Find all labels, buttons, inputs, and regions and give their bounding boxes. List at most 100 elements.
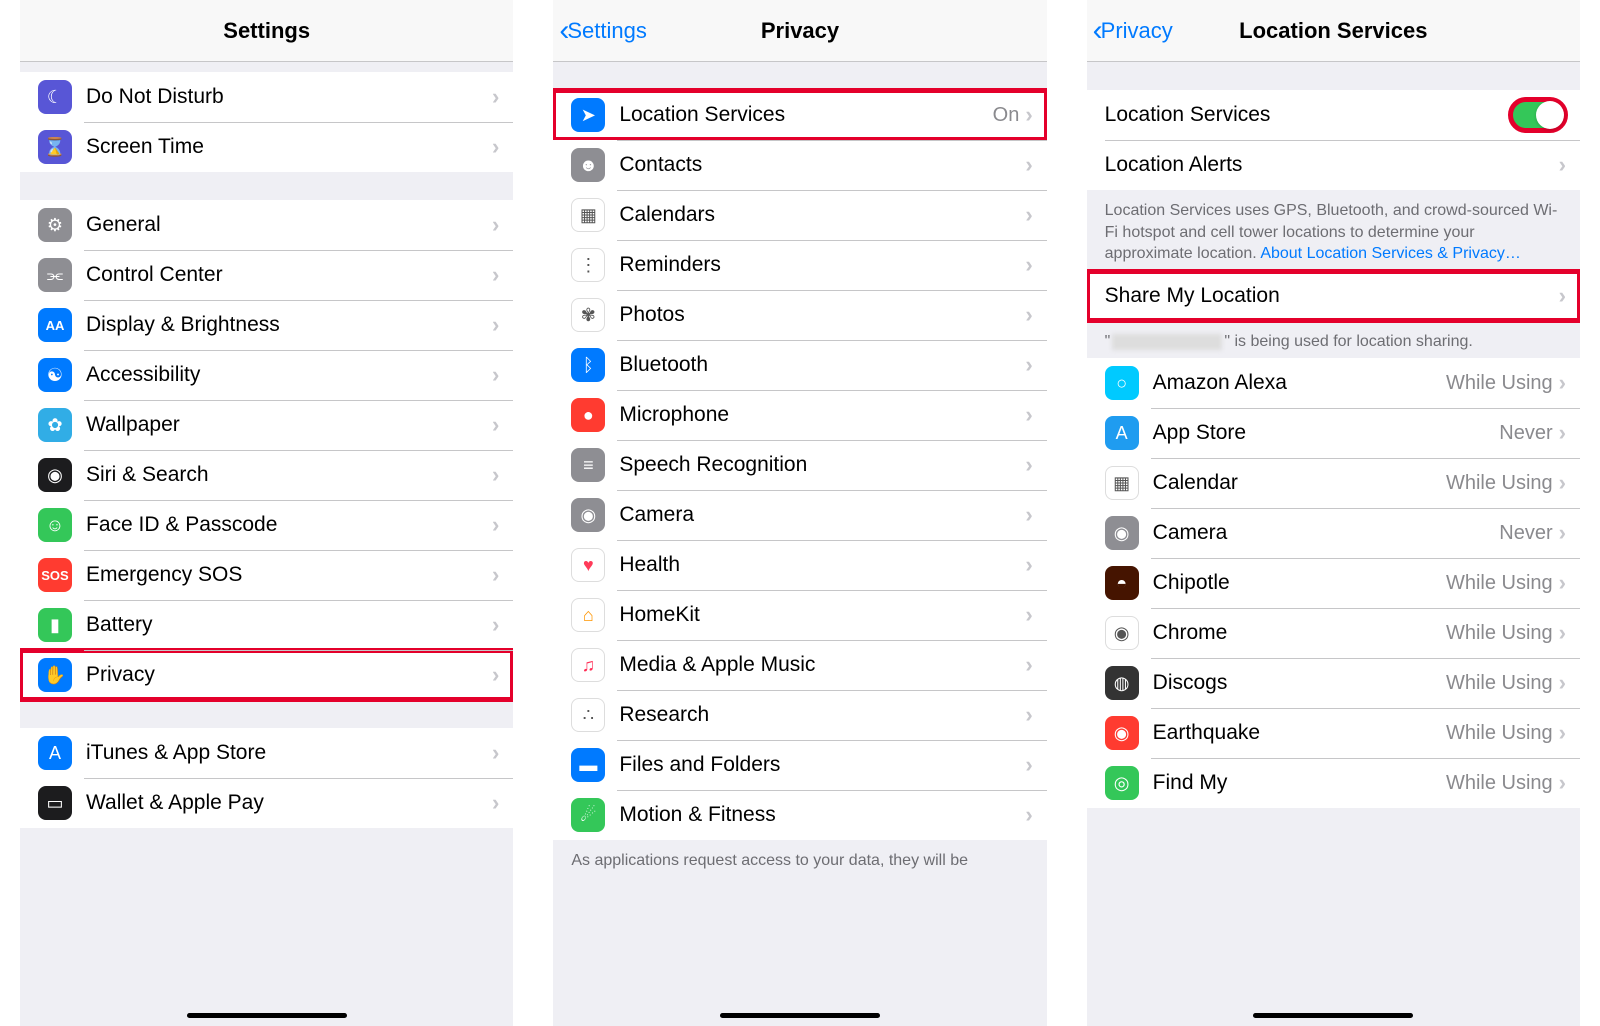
- switches-icon: ⫘: [38, 258, 72, 292]
- home-indicator[interactable]: [187, 1013, 347, 1018]
- row-calendar[interactable]: ▦CalendarWhile Using›: [1087, 458, 1580, 508]
- row-wallet-apple-pay[interactable]: ▭Wallet & Apple Pay›: [20, 778, 513, 828]
- row-label: General: [86, 213, 492, 237]
- row-label: Photos: [619, 303, 1025, 327]
- music-icon: ♫: [571, 648, 605, 682]
- row-label: Wallet & Apple Pay: [86, 791, 492, 815]
- row-detail: While Using: [1446, 372, 1553, 395]
- row-research[interactable]: ∴Research›: [553, 690, 1046, 740]
- row-chrome[interactable]: ◉ChromeWhile Using›: [1087, 608, 1580, 658]
- row-emergency-sos[interactable]: SOSEmergency SOS›: [20, 550, 513, 600]
- chevron-right-icon: ›: [1559, 520, 1566, 546]
- nav-title: Location Services: [1239, 18, 1427, 44]
- back-button[interactable]: ‹ Privacy: [1093, 0, 1173, 61]
- flower-icon: ✿: [38, 408, 72, 442]
- chevron-right-icon: ›: [492, 662, 499, 688]
- chevron-right-icon: ›: [1559, 152, 1566, 178]
- row-homekit[interactable]: ⌂ HomeKit›: [553, 590, 1046, 640]
- row-calendars[interactable]: ▦Calendars›: [553, 190, 1046, 240]
- row-app-store[interactable]: AApp StoreNever›: [1087, 408, 1580, 458]
- privacy-list[interactable]: ➤Location ServicesOn›☻Contacts›▦Calendar…: [553, 62, 1046, 1026]
- home-indicator[interactable]: [1253, 1013, 1413, 1018]
- row-camera[interactable]: ◉CameraNever›: [1087, 508, 1580, 558]
- row-accessibility[interactable]: ☯Accessibility›: [20, 350, 513, 400]
- row-label: Files and Folders: [619, 753, 1025, 777]
- chevron-right-icon: ›: [1025, 652, 1032, 678]
- nav-title: Settings: [223, 18, 310, 44]
- row-label: iTunes & App Store: [86, 741, 492, 765]
- row-reminders[interactable]: ⋮Reminders›: [553, 240, 1046, 290]
- row-label: Siri & Search: [86, 463, 492, 487]
- faceid-icon: ☺: [38, 508, 72, 542]
- row-camera[interactable]: ◉Camera›: [553, 490, 1046, 540]
- chevron-right-icon: ›: [1025, 452, 1032, 478]
- chevron-right-icon: ›: [1559, 283, 1566, 309]
- row-find-my[interactable]: ◎Find MyWhile Using›: [1087, 758, 1580, 808]
- row-share-my-location[interactable]: Share My Location›: [1087, 271, 1580, 321]
- row-do-not-disturb[interactable]: ☾Do Not Disturb›: [20, 72, 513, 122]
- row-photos[interactable]: ✾Photos›: [553, 290, 1046, 340]
- row-location-services[interactable]: Location Services: [1087, 90, 1580, 140]
- row-health[interactable]: ♥Health›: [553, 540, 1046, 590]
- chevron-right-icon: ›: [492, 462, 499, 488]
- chevron-right-icon: ›: [1025, 202, 1032, 228]
- row-general[interactable]: ⚙General›: [20, 200, 513, 250]
- row-privacy[interactable]: ✋Privacy›: [20, 650, 513, 700]
- row-location-alerts[interactable]: Location Alerts›: [1087, 140, 1580, 190]
- chevron-right-icon: ›: [492, 134, 499, 160]
- home-indicator[interactable]: [720, 1013, 880, 1018]
- row-label: Camera: [1153, 521, 1500, 545]
- row-detail: On: [993, 104, 1020, 127]
- row-label: HomeKit: [619, 603, 1025, 627]
- row-screen-time[interactable]: ⌛Screen Time›: [20, 122, 513, 172]
- row-label: Reminders: [619, 253, 1025, 277]
- row-wallpaper[interactable]: ✿Wallpaper›: [20, 400, 513, 450]
- row-label: Research: [619, 703, 1025, 727]
- chevron-right-icon: ›: [492, 562, 499, 588]
- back-label: Settings: [567, 18, 647, 44]
- chevron-right-icon: ›: [1025, 602, 1032, 628]
- row-battery[interactable]: ▮Battery›: [20, 600, 513, 650]
- mic-icon: ●: [571, 398, 605, 432]
- row-bluetooth[interactable]: ᛒBluetooth›: [553, 340, 1046, 390]
- chevron-right-icon: ›: [1025, 402, 1032, 428]
- row-discogs[interactable]: ◍DiscogsWhile Using›: [1087, 658, 1580, 708]
- row-detail: While Using: [1446, 672, 1553, 695]
- row-label: Motion & Fitness: [619, 803, 1025, 827]
- settings-list[interactable]: ☾Do Not Disturb›⌛Screen Time› ⚙General› ⫘ C…: [20, 62, 513, 1026]
- chevron-right-icon: ›: [492, 412, 499, 438]
- privacy-footer: As applications request access to your d…: [553, 840, 1046, 878]
- row-label: Control Center: [86, 263, 492, 287]
- toggle[interactable]: [1510, 99, 1566, 131]
- row-face-id-passcode[interactable]: ☺Face ID & Passcode›: [20, 500, 513, 550]
- chipotle-icon: ◓: [1105, 566, 1139, 600]
- row-amazon-alexa[interactable]: ○Amazon AlexaWhile Using›: [1087, 358, 1580, 408]
- row-earthquake[interactable]: ◉EarthquakeWhile Using›: [1087, 708, 1580, 758]
- chevron-right-icon: ›: [1025, 702, 1032, 728]
- battery-icon: ▮: [38, 608, 72, 642]
- row-label: Location Services: [1105, 103, 1510, 127]
- row-contacts[interactable]: ☻Contacts›: [553, 140, 1046, 190]
- row-media-apple-music[interactable]: ♫Media & Apple Music›: [553, 640, 1046, 690]
- row-itunes-app-store[interactable]: AiTunes & App Store›: [20, 728, 513, 778]
- row-motion-fitness[interactable]: ☄Motion & Fitness›: [553, 790, 1046, 840]
- chevron-right-icon: ›: [1025, 752, 1032, 778]
- row-display-brightness[interactable]: AADisplay & Brightness›: [20, 300, 513, 350]
- row-label: Share My Location: [1105, 284, 1559, 308]
- row-label: Emergency SOS: [86, 563, 492, 587]
- location-services-list[interactable]: Location ServicesLocation Alerts› Locati…: [1087, 62, 1580, 1026]
- row-siri-search[interactable]: ◉Siri & Search›: [20, 450, 513, 500]
- chevron-right-icon: ›: [492, 740, 499, 766]
- about-link[interactable]: About Location Services & Privacy…: [1260, 245, 1521, 262]
- row-label: Microphone: [619, 403, 1025, 427]
- chevron-right-icon: ›: [1025, 102, 1032, 128]
- chevron-right-icon: ›: [492, 212, 499, 238]
- row-control-center[interactable]: ⫘Control Center›: [20, 250, 513, 300]
- homekit-icon: ⌂: [571, 598, 605, 632]
- row-microphone[interactable]: ● Microphone›: [553, 390, 1046, 440]
- row-speech-recognition[interactable]: ≡Speech Recognition›: [553, 440, 1046, 490]
- back-button[interactable]: ‹ Settings: [559, 0, 647, 61]
- row-chipotle[interactable]: ◓ChipotleWhile Using›: [1087, 558, 1580, 608]
- row-files-and-folders[interactable]: ▬Files and Folders›: [553, 740, 1046, 790]
- row-location-services[interactable]: ➤Location ServicesOn›: [553, 90, 1046, 140]
